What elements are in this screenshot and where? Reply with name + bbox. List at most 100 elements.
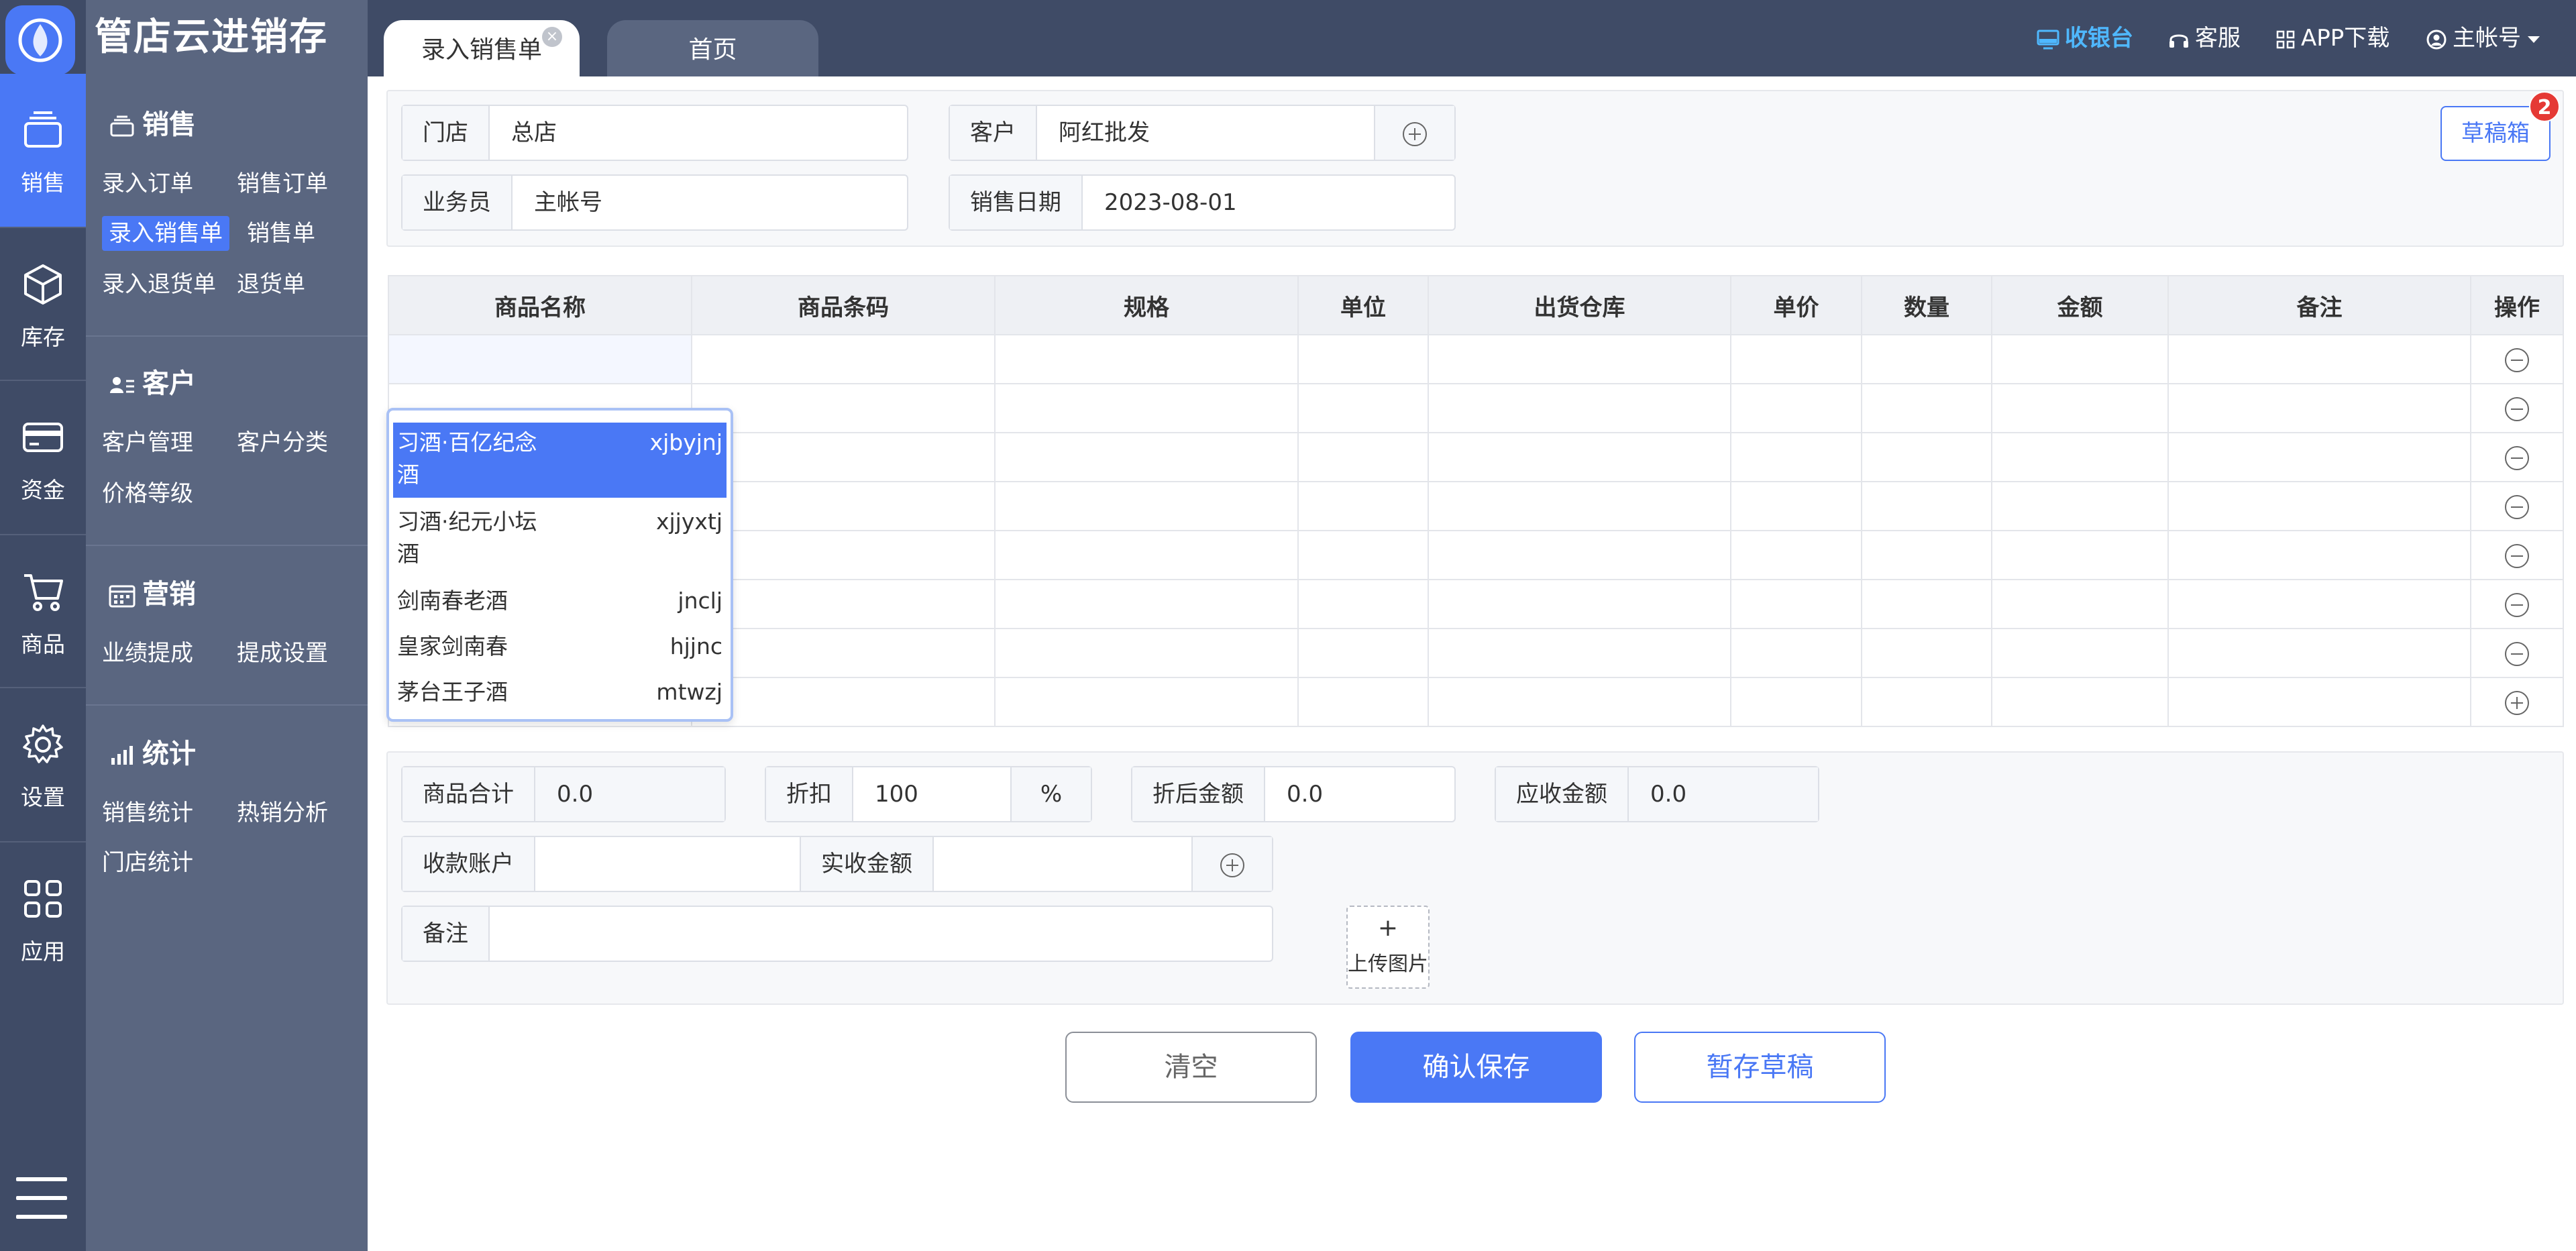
table-cell[interactable] xyxy=(691,481,996,531)
suggestion-item[interactable]: 习酒·纪元小坛酒 xjjyxtj xyxy=(393,502,727,577)
table-cell[interactable] xyxy=(1991,383,2169,433)
table-cell[interactable] xyxy=(1297,579,1429,629)
table-cell[interactable] xyxy=(1428,530,1731,580)
remove-row-button[interactable] xyxy=(2470,383,2564,433)
add-row-button[interactable] xyxy=(2470,677,2564,727)
table-cell[interactable] xyxy=(1991,579,2169,629)
table-cell[interactable] xyxy=(691,677,996,727)
discounted-amount-field[interactable]: 折后金额 0.0 xyxy=(1131,766,1456,822)
table-cell[interactable] xyxy=(2167,334,2471,384)
sidebar-item-enter-return[interactable]: 录入退货单 xyxy=(102,267,216,302)
sidebar-item-customer-category[interactable]: 客户分类 xyxy=(237,425,328,460)
sidebar-item-hot-analysis[interactable]: 热销分析 xyxy=(237,796,328,830)
salesman-field[interactable]: 业务员 主帐号 xyxy=(401,174,908,231)
table-cell[interactable] xyxy=(2167,579,2471,629)
close-icon[interactable]: × xyxy=(542,27,562,47)
table-cell[interactable] xyxy=(1297,383,1429,433)
table-cell[interactable] xyxy=(2167,677,2471,727)
product-name-cell[interactable] xyxy=(388,334,692,384)
cashier-link[interactable]: 收银台 xyxy=(2037,21,2133,55)
paid-amount-input[interactable] xyxy=(934,837,1191,891)
table-cell[interactable] xyxy=(1991,677,2169,727)
table-cell[interactable] xyxy=(994,481,1299,531)
table-cell[interactable] xyxy=(1861,383,1992,433)
rail-item-sales[interactable]: 销售 xyxy=(0,74,86,227)
table-cell[interactable] xyxy=(1991,628,2169,678)
remark-field[interactable]: 备注 xyxy=(401,906,1273,962)
sidebar-item-sales-slip[interactable]: 销售单 xyxy=(247,216,315,251)
suggestion-item[interactable]: 习酒·百亿纪念酒 xjbyjnj xyxy=(393,423,727,498)
table-cell[interactable] xyxy=(1297,334,1429,384)
rail-item-funds[interactable]: 资金 xyxy=(0,381,86,534)
sidebar-item-price-level[interactable]: 价格等级 xyxy=(102,476,193,511)
confirm-save-button[interactable]: 确认保存 xyxy=(1350,1032,1602,1103)
table-cell[interactable] xyxy=(1991,432,2169,482)
table-cell[interactable] xyxy=(994,677,1299,727)
table-cell[interactable] xyxy=(1991,481,2169,531)
customer-service-link[interactable]: 客服 xyxy=(2168,21,2241,55)
add-customer-button[interactable] xyxy=(1374,106,1454,160)
add-payment-button[interactable] xyxy=(1191,837,1272,891)
table-cell[interactable] xyxy=(691,579,996,629)
table-cell[interactable] xyxy=(2167,481,2471,531)
table-cell[interactable] xyxy=(2167,628,2471,678)
table-cell[interactable] xyxy=(2167,432,2471,482)
sidebar-item-store-stats[interactable]: 门店统计 xyxy=(102,845,193,880)
table-cell[interactable] xyxy=(691,628,996,678)
table-cell[interactable] xyxy=(1730,579,1862,629)
clear-button[interactable]: 清空 xyxy=(1065,1032,1317,1103)
table-cell[interactable] xyxy=(1861,677,1992,727)
customer-field[interactable]: 客户 阿红批发 xyxy=(949,105,1456,161)
table-cell[interactable] xyxy=(1991,334,2169,384)
table-cell[interactable] xyxy=(1428,383,1731,433)
table-cell[interactable] xyxy=(1991,530,2169,580)
suggestion-item[interactable]: 茅台王子酒 mtwzj xyxy=(393,672,727,716)
sales-date-field[interactable]: 销售日期 2023-08-01 xyxy=(949,174,1456,231)
table-cell[interactable] xyxy=(1730,677,1862,727)
suggestion-item[interactable]: 皇家剑南春 hjjnc xyxy=(393,627,727,671)
sidebar-item-commission[interactable]: 业绩提成 xyxy=(102,636,193,671)
suggestion-item[interactable]: 剑南春老酒 jnclj xyxy=(393,581,727,625)
remark-input[interactable] xyxy=(490,907,1272,961)
rail-item-inventory[interactable]: 库存 xyxy=(0,228,86,381)
table-cell[interactable] xyxy=(994,579,1299,629)
table-cell[interactable] xyxy=(691,383,996,433)
table-cell[interactable] xyxy=(1428,628,1731,678)
app-download-link[interactable]: APP下载 xyxy=(2275,21,2390,55)
rail-item-goods[interactable]: 商品 xyxy=(0,535,86,688)
tab-home[interactable]: 首页 xyxy=(607,20,818,76)
table-cell[interactable] xyxy=(1861,579,1992,629)
table-cell[interactable] xyxy=(1297,481,1429,531)
table-cell[interactable] xyxy=(994,628,1299,678)
table-cell[interactable] xyxy=(1428,334,1731,384)
table-cell[interactable] xyxy=(994,383,1299,433)
upload-image-button[interactable]: + 上传图片 xyxy=(1346,906,1430,989)
table-cell[interactable] xyxy=(2167,383,2471,433)
table-cell[interactable] xyxy=(691,432,996,482)
table-cell[interactable] xyxy=(1297,628,1429,678)
table-cell[interactable] xyxy=(1861,628,1992,678)
table-cell[interactable] xyxy=(1730,432,1862,482)
discount-field[interactable]: 折扣 100 % xyxy=(765,766,1092,822)
table-cell[interactable] xyxy=(1297,530,1429,580)
table-cell[interactable] xyxy=(691,334,996,384)
table-cell[interactable] xyxy=(1861,530,1992,580)
table-cell[interactable] xyxy=(1861,432,1992,482)
sidebar-item-commission-settings[interactable]: 提成设置 xyxy=(237,636,328,671)
table-cell[interactable] xyxy=(691,530,996,580)
table-cell[interactable] xyxy=(994,530,1299,580)
remove-row-button[interactable] xyxy=(2470,530,2564,580)
sidebar-item-sales-order[interactable]: 销售订单 xyxy=(237,166,328,201)
table-cell[interactable] xyxy=(1730,530,1862,580)
table-cell[interactable] xyxy=(1428,481,1731,531)
remove-row-button[interactable] xyxy=(2470,432,2564,482)
remove-row-button[interactable] xyxy=(2470,628,2564,678)
sidebar-item-return-slip[interactable]: 退货单 xyxy=(237,267,305,302)
store-field[interactable]: 门店 总店 xyxy=(401,105,908,161)
table-cell[interactable] xyxy=(994,334,1299,384)
table-cell[interactable] xyxy=(1428,677,1731,727)
table-cell[interactable] xyxy=(2167,530,2471,580)
remove-row-button[interactable] xyxy=(2470,334,2564,384)
table-cell[interactable] xyxy=(1428,432,1731,482)
sidebar-item-enter-order[interactable]: 录入订单 xyxy=(102,166,193,201)
